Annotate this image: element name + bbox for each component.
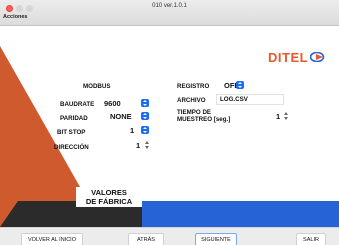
paridad-select-icon[interactable] xyxy=(141,112,149,120)
tiempo-label-line2: MUESTREO [seg.] xyxy=(177,116,231,123)
exit-button[interactable]: SALIR xyxy=(296,233,326,245)
paridad-value[interactable]: NONE xyxy=(110,112,132,121)
tiempo-label-line1: TIEMPO DE xyxy=(177,109,212,116)
bit-stop-select-icon[interactable] xyxy=(141,126,149,134)
bit-stop-label: BIT STOP xyxy=(57,129,86,136)
tiempo-value[interactable]: 1 xyxy=(276,112,280,121)
factory-line2: DE FÁBRICA xyxy=(85,196,133,206)
paridad-label: PARIDAD xyxy=(60,115,88,122)
blue-strip xyxy=(142,201,339,227)
tiempo-stepper-icon[interactable] xyxy=(284,112,289,120)
menu-acciones[interactable]: Acciones xyxy=(3,14,27,20)
registro-label: REGISTRO xyxy=(177,83,210,90)
direccion-value[interactable]: 1 xyxy=(136,141,140,150)
logo-mark-icon xyxy=(310,52,325,62)
modbus-section-label: MODBUS xyxy=(83,83,111,90)
direccion-stepper-icon[interactable] xyxy=(145,141,150,149)
archivo-label: ARCHIVO xyxy=(177,97,206,104)
orange-wedge-shape xyxy=(0,46,88,201)
archivo-input[interactable]: LOG.CSV xyxy=(216,94,284,105)
baudrate-value[interactable]: 9600 xyxy=(104,99,121,108)
factory-defaults-button[interactable]: VALORES DE FÁBRICA xyxy=(76,187,142,207)
window-titlebar: 010 ver.1.0.1 Acciones xyxy=(0,0,339,26)
home-button[interactable]: VOLVER AL INICIO xyxy=(21,233,83,245)
ditel-logo: DITEL xyxy=(268,49,326,65)
window-title: 010 ver.1.0.1 xyxy=(152,3,187,9)
bit-stop-value[interactable]: 1 xyxy=(130,126,134,135)
registro-select-icon[interactable] xyxy=(236,81,244,89)
baudrate-label: BAUDRATE xyxy=(60,101,95,108)
navigation-bar: VOLVER AL INICIO ATRÁS SIGUIENTE SALIR xyxy=(0,227,339,245)
next-button[interactable]: SIGUIENTE xyxy=(195,233,237,245)
baudrate-select-icon[interactable] xyxy=(141,99,149,107)
direccion-label: DIRECCIÓN xyxy=(54,144,89,151)
back-button[interactable]: ATRÁS xyxy=(128,233,164,245)
logo-text: DITEL xyxy=(268,49,309,65)
settings-panel: DITEL MODBUS BAUDRATE 9600 PARIDAD NONE … xyxy=(0,26,339,227)
